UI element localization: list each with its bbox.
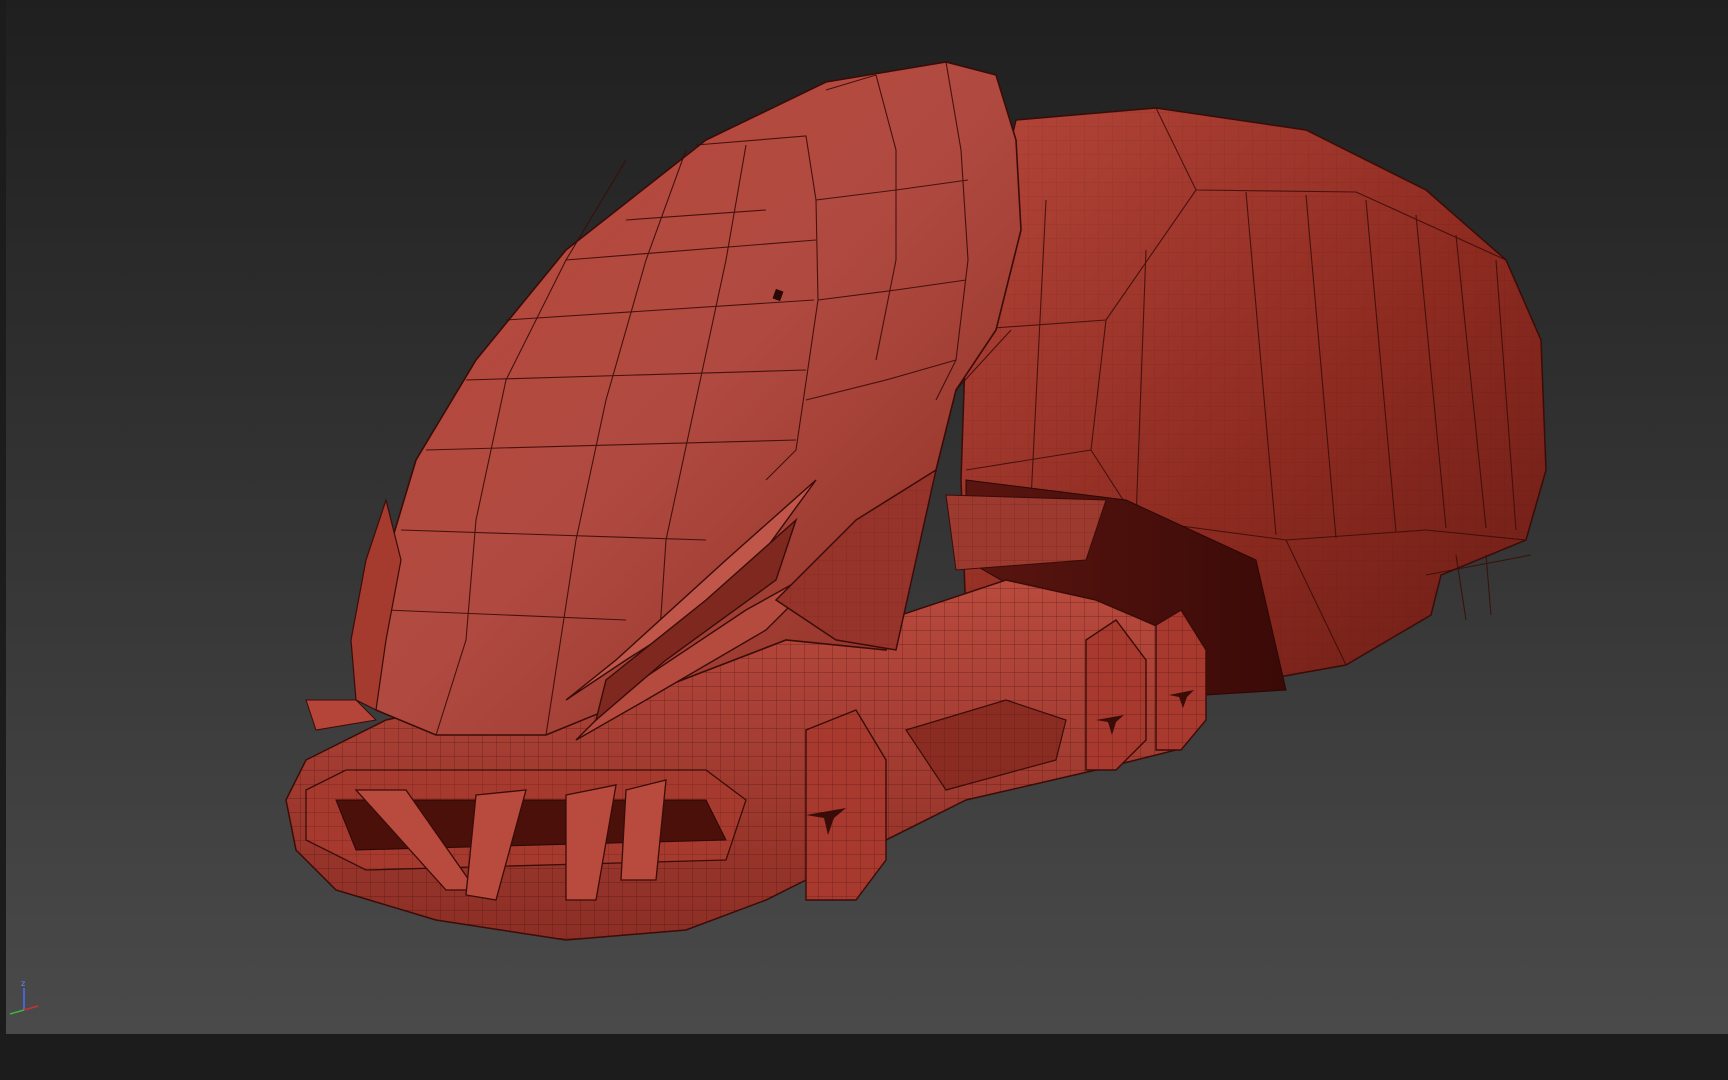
y-axis-line — [9, 1009, 25, 1015]
bottom-frame — [0, 1034, 1728, 1080]
axis-gizmo: z — [2, 976, 46, 1020]
viewport-scene[interactable] — [6, 0, 1728, 1034]
app-window: z — [0, 0, 1728, 1080]
axis-gizmo-graphic: z — [9, 979, 39, 1015]
3d-viewport[interactable] — [6, 0, 1728, 1034]
x-axis-line — [23, 1005, 39, 1011]
z-axis-label: z — [21, 979, 25, 988]
